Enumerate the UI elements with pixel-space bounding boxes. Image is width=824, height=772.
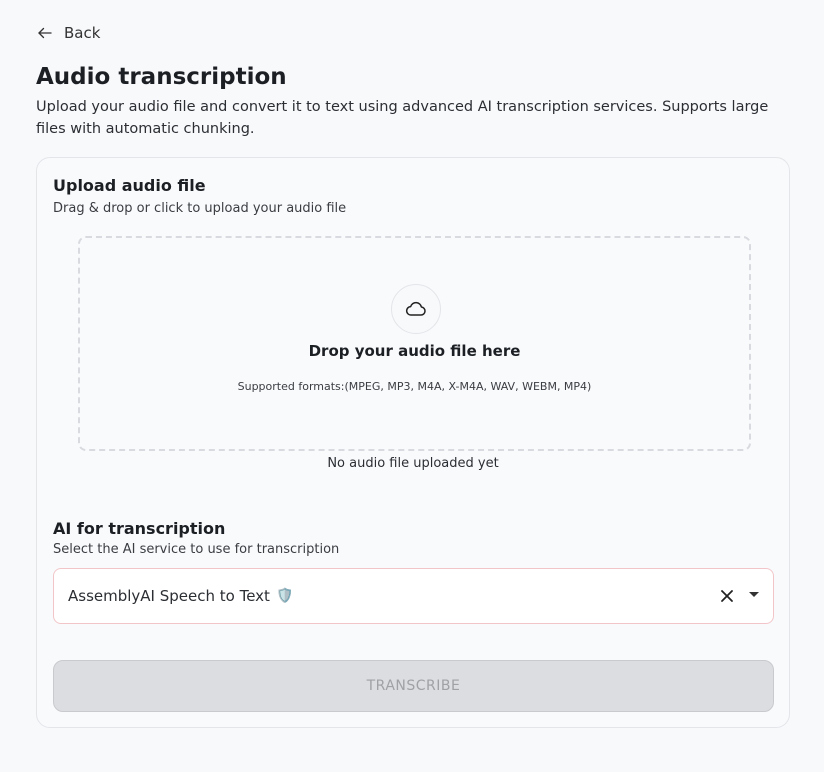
upload-status: No audio file uploaded yet [327, 456, 499, 471]
supported-formats: Supported formats:(MPEG, MP3, M4A, X-M4A… [237, 380, 592, 393]
transcribe-button[interactable]: TRANSCRIBE [53, 660, 774, 712]
caret-down-icon[interactable] [749, 592, 759, 597]
transcription-card: Upload audio file Drag & drop or click t… [36, 157, 790, 728]
cloud-icon [405, 301, 426, 316]
back-button[interactable]: Back [36, 24, 100, 42]
ai-section-title: AI for transcription [53, 519, 226, 538]
back-label: Back [64, 24, 101, 42]
page-title: Audio transcription [36, 64, 287, 90]
ai-service-select[interactable]: AssemblyAI Speech to Text 🛡️ [53, 568, 774, 624]
upload-section-title: Upload audio file [53, 176, 206, 195]
ai-service-selected: AssemblyAI Speech to Text 🛡️ [68, 587, 293, 605]
page: Back Audio transcription Upload your aud… [0, 0, 824, 772]
dropzone-title: Drop your audio file here [308, 342, 521, 360]
upload-section-description: Drag & drop or click to upload your audi… [53, 201, 347, 216]
ai-service-selected-label: AssemblyAI Speech to Text [68, 587, 270, 605]
arrow-left-icon [38, 27, 52, 39]
audio-dropzone[interactable]: Drop your audio file here Supported form… [78, 236, 751, 451]
shield-icon: 🛡️ [275, 588, 294, 604]
clear-icon[interactable] [719, 588, 735, 604]
ai-section-description: Select the AI service to use for transcr… [53, 542, 340, 557]
page-subtitle: Upload your audio file and convert it to… [36, 99, 769, 137]
cloud-icon-wrapper [391, 284, 441, 334]
